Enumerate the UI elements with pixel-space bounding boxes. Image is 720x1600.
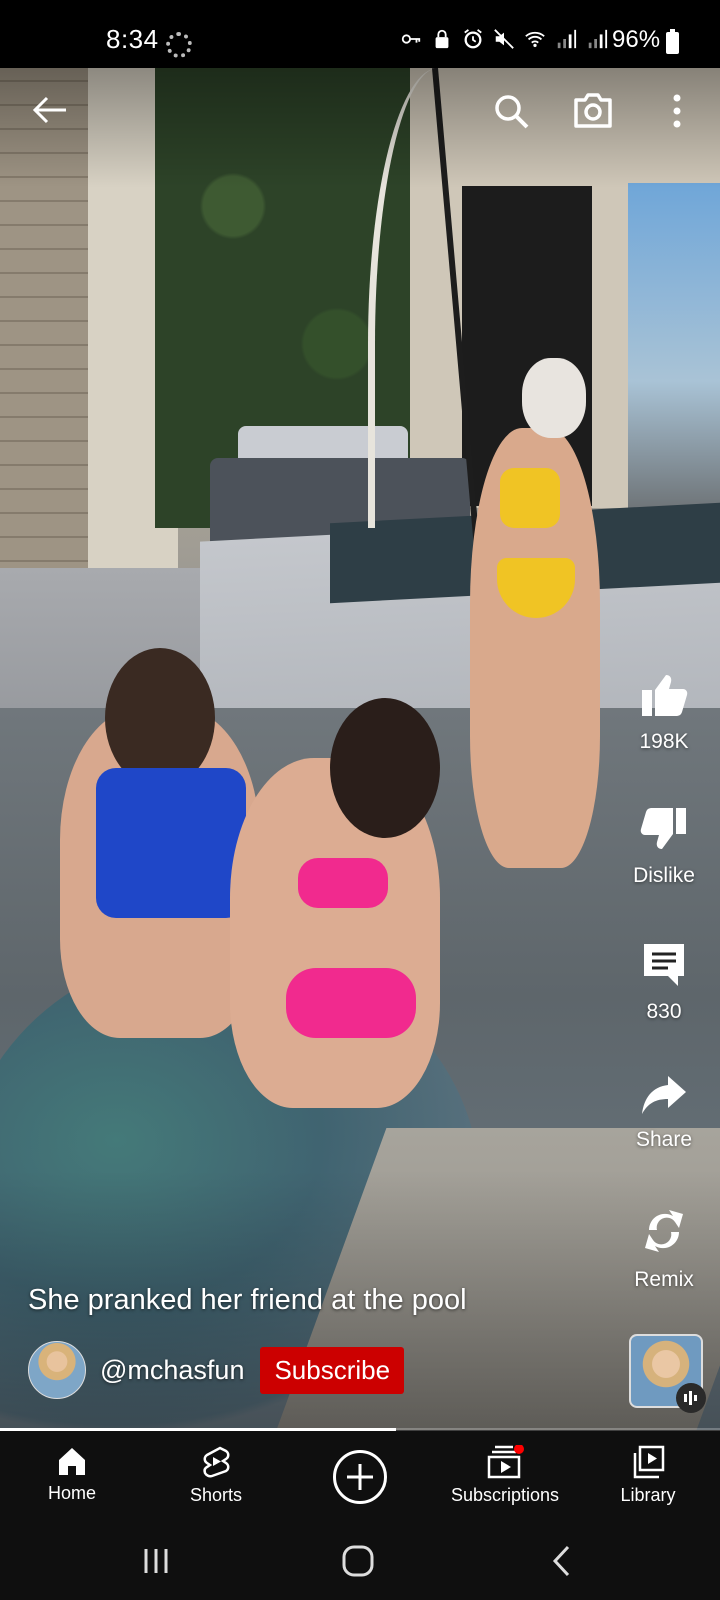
subscribe-button[interactable]: Subscribe — [260, 1346, 405, 1394]
remix-icon — [645, 1210, 683, 1252]
camera-icon[interactable] — [568, 86, 618, 134]
battery-icon — [666, 29, 679, 54]
share-button[interactable]: Share — [612, 1074, 716, 1152]
share-icon — [642, 1076, 686, 1114]
status-bar: 8:34 96% — [0, 0, 720, 68]
alarm-icon — [462, 28, 484, 50]
nav-shorts[interactable]: Shorts — [166, 1431, 266, 1529]
recent-apps-icon[interactable] — [138, 1543, 174, 1579]
shorts-icon — [203, 1446, 230, 1478]
audio-playing-icon — [676, 1383, 706, 1413]
status-icons — [400, 28, 608, 50]
home-icon — [59, 1448, 85, 1475]
like-button[interactable]: 198K — [612, 672, 716, 754]
nav-subscriptions-label: Subscriptions — [450, 1485, 560, 1505]
dislike-button[interactable]: Dislike — [612, 806, 716, 888]
signal-icon-2 — [586, 28, 608, 50]
battery-percent: 96% — [612, 26, 661, 53]
channel-row: @mchasfun Subscribe — [28, 1341, 405, 1399]
key-icon — [400, 28, 422, 50]
library-icon — [633, 1445, 665, 1479]
share-label: Share — [635, 1128, 693, 1151]
nav-subscriptions[interactable]: Subscriptions — [440, 1431, 570, 1529]
mute-icon — [493, 28, 515, 50]
nav-shorts-label: Shorts — [189, 1485, 243, 1505]
comments-button[interactable]: 830 — [612, 940, 716, 1024]
plus-icon — [347, 1464, 373, 1490]
thumbs-down-icon — [640, 808, 686, 849]
channel-avatar[interactable] — [28, 1341, 86, 1399]
sync-icon — [166, 32, 192, 58]
comment-count: 830 — [646, 1000, 682, 1023]
lock-icon — [431, 28, 453, 50]
remix-button[interactable]: Remix — [612, 1206, 716, 1292]
wifi-icon — [524, 28, 546, 50]
search-icon[interactable] — [488, 88, 534, 134]
subscriptions-icon — [487, 1445, 524, 1479]
thumbs-up-icon — [642, 675, 688, 716]
signal-icon — [555, 28, 577, 50]
create-button[interactable] — [333, 1450, 387, 1504]
back-icon[interactable] — [28, 88, 72, 132]
channel-handle[interactable]: @mchasfun — [100, 1355, 244, 1386]
status-time: 8:34 — [106, 24, 159, 54]
dislike-label: Dislike — [633, 864, 695, 887]
system-nav-bar — [0, 1529, 720, 1600]
nav-home[interactable]: Home — [22, 1431, 122, 1529]
system-back-icon[interactable] — [544, 1543, 580, 1579]
more-options-icon[interactable] — [662, 88, 692, 134]
comment-icon — [644, 944, 684, 986]
nav-library-label: Library — [620, 1485, 676, 1505]
nav-library[interactable]: Library — [598, 1431, 698, 1529]
video-title[interactable]: She pranked her friend at the pool — [28, 1284, 467, 1317]
home-button-icon[interactable] — [338, 1541, 378, 1581]
nav-home-label: Home — [47, 1483, 96, 1503]
like-count: 198K — [639, 730, 689, 753]
remix-label: Remix — [634, 1268, 694, 1291]
